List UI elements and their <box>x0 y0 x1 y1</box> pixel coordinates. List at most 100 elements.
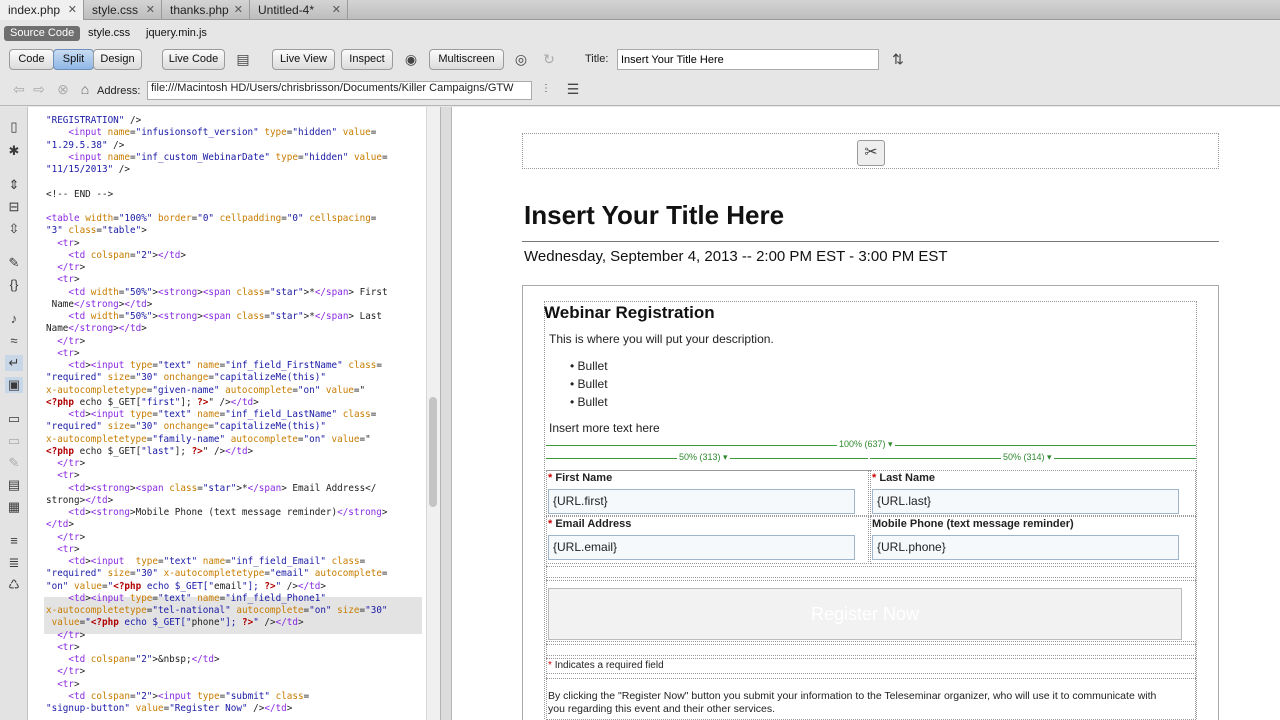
tab-thanks-php[interactable]: thanks.php ✕ <box>162 0 250 20</box>
code-line: "on" value="<?php echo $_GET["email"]; ?… <box>46 580 326 592</box>
divider <box>522 241 1219 242</box>
live-view-button[interactable]: Live View <box>272 49 335 70</box>
code-line: <input name="infusionsoft_version" type=… <box>68 127 377 139</box>
page-title-input[interactable] <box>617 49 879 70</box>
related-jquery-min-js[interactable]: jquery.min.js <box>140 26 213 41</box>
syntax-error-icon[interactable]: ▣ <box>5 377 23 393</box>
last-name-input[interactable]: {URL.last} <box>872 489 1179 514</box>
spacer-cell <box>546 566 1196 578</box>
recent-snippets-icon[interactable]: ▤ <box>5 477 23 493</box>
bullet-item: • Bullet <box>570 395 608 409</box>
widget-placeholder-icon[interactable]: ✂ <box>857 140 885 166</box>
code-line: "11/15/2013" /> <box>46 164 130 175</box>
view-options-icon[interactable]: ☰ <box>562 80 584 98</box>
code-line: <tr> <box>57 678 80 690</box>
code-line: </tr> <box>57 262 86 273</box>
code-line: <!-- END --> <box>46 188 114 200</box>
code-line: </tr> <box>57 458 86 469</box>
back-icon[interactable]: ⇦ <box>8 80 30 98</box>
open-documents-icon[interactable]: ▯ <box>5 119 23 135</box>
coding-toolbar: ▯ ✱ ⇕ ⊟ ⇳ ✎ {} ♪ ≈ ↵ ▣ ▭ ▭ ✎ ▤ ▦ ≡ ≣ ♺ <box>0 107 28 720</box>
table-width-label[interactable]: 100% (637) ▾ <box>837 439 895 450</box>
disclaimer-line: By clicking the "Register Now" button yo… <box>548 690 1157 702</box>
word-wrap-icon[interactable]: ↵ <box>5 355 23 371</box>
code-line: <td><strong>Mobile Phone (text message r… <box>68 507 388 518</box>
line-numbers-icon[interactable]: ♪ <box>5 311 23 327</box>
code-line: value="<?php echo $_GET["phone"]; ?>" />… <box>51 617 304 629</box>
move-css-icon[interactable]: ▦ <box>5 499 23 515</box>
code-line: <input name="inf_custom_WebinarDate" typ… <box>68 151 388 163</box>
tab-style-css[interactable]: style.css ✕ <box>84 0 162 20</box>
wrap-tag-icon[interactable]: ✎ <box>5 455 23 471</box>
related-source-code[interactable]: Source Code <box>4 26 81 41</box>
tab-index-php[interactable]: index.php ✕ <box>0 0 84 20</box>
mobile-phone-input[interactable]: {URL.phone} <box>872 535 1179 560</box>
first-name-input[interactable]: {URL.first} <box>548 489 855 514</box>
indent-icon[interactable]: ≡ <box>5 533 23 549</box>
inspect-button[interactable]: Inspect <box>341 49 393 70</box>
highlight-invalid-icon[interactable]: ≈ <box>5 333 23 349</box>
code-line: "signup-button" value="Register Now" /><… <box>46 703 293 714</box>
home-icon[interactable]: ⌂ <box>74 80 96 98</box>
email-input[interactable]: {URL.email} <box>548 535 855 560</box>
close-icon[interactable]: ✕ <box>332 0 341 20</box>
close-icon[interactable]: ✕ <box>68 0 77 20</box>
code-scrollbar-thumb[interactable] <box>429 397 437 507</box>
code-scrollbar[interactable] <box>426 107 440 720</box>
close-icon[interactable]: ✕ <box>146 0 155 20</box>
more-text: Insert more text here <box>549 421 660 435</box>
tab-label: index.php <box>8 3 61 17</box>
code-view[interactable]: "REGISTRATION" /> <input name="infusions… <box>28 107 426 720</box>
forward-icon[interactable]: ⇨ <box>28 80 50 98</box>
visual-aids-icon[interactable]: ◎ <box>510 50 532 68</box>
code-line: "3" class="table"> <box>46 225 147 237</box>
expand-all-icon[interactable]: ⇳ <box>5 221 23 237</box>
split-view-divider[interactable] <box>440 107 452 720</box>
bullet-item: • Bullet <box>570 377 608 391</box>
code-view-button[interactable]: Code <box>9 49 54 70</box>
code-line: x-autocompletetype="tel-national" autoco… <box>46 605 388 616</box>
column-1-width-label[interactable]: 50% (313) ▾ <box>677 452 730 463</box>
multiscreen-button[interactable]: Multiscreen <box>429 49 504 70</box>
code-line: "REGISTRATION" /> <box>46 115 142 126</box>
live-code-button[interactable]: Live Code <box>162 49 225 70</box>
outdent-icon[interactable]: ≣ <box>5 555 23 571</box>
check-browser-compatibility-icon[interactable]: ▤ <box>232 50 254 68</box>
collapse-selection-icon[interactable]: ⊟ <box>5 199 23 215</box>
close-icon[interactable]: ✕ <box>234 0 243 20</box>
disclaimer-line: you regarding this event and their other… <box>548 703 776 715</box>
collapse-tag-icon[interactable]: ⇕ <box>5 177 23 193</box>
code-line: "required" size="30" onchange="capitaliz… <box>46 372 326 384</box>
stop-icon[interactable]: ⊗ <box>52 80 74 98</box>
tab-untitled-4[interactable]: Untitled-4* ✕ <box>250 0 348 20</box>
code-line: "1.29.5.38" /> <box>46 139 125 151</box>
format-source-icon[interactable]: ♺ <box>5 577 23 593</box>
balance-braces-icon[interactable]: {} <box>5 277 23 293</box>
code-line: <td colspan="2"></td> <box>68 249 186 261</box>
file-tree-icon[interactable]: ✱ <box>5 143 23 159</box>
address-input[interactable]: file:///Macintosh HD/Users/chrisbrisson/… <box>147 81 532 100</box>
refresh-icon[interactable]: ↻ <box>538 50 560 68</box>
column-2-width-label[interactable]: 50% (314) ▾ <box>1001 452 1054 463</box>
related-style-css[interactable]: style.css <box>82 26 136 41</box>
design-view[interactable]: ✂ Insert Your Title Here Wednesday, Sept… <box>452 107 1280 720</box>
split-view-button[interactable]: Split <box>53 49 94 70</box>
code-line: <?php echo $_GET["first"]; ?>" /></td> <box>46 396 259 408</box>
remove-comment-icon[interactable]: ▭ <box>5 433 23 449</box>
code-line: </tr> <box>57 629 86 641</box>
code-line: <td><input type="text" name="inf_field_F… <box>68 360 382 371</box>
code-line: <td><input type="text" name="inf_field_E… <box>68 556 366 567</box>
select-parent-tag-icon[interactable]: ✎ <box>5 255 23 271</box>
mobile-phone-label: Mobile Phone (text message reminder) <box>872 518 1074 530</box>
address-menu-icon[interactable]: ⋮ <box>535 80 557 98</box>
spacer-cell <box>546 644 1196 656</box>
preview-browser-icon[interactable]: ◉ <box>400 50 422 68</box>
register-now-button[interactable]: Register Now <box>548 588 1182 640</box>
file-management-icon[interactable]: ⇅ <box>887 50 909 68</box>
apply-comment-icon[interactable]: ▭ <box>5 411 23 427</box>
design-view-button[interactable]: Design <box>93 49 142 70</box>
description-text: This is where you will put your descript… <box>549 332 774 346</box>
code-line: </tr> <box>57 335 86 347</box>
last-name-label: * Last Name <box>872 472 935 484</box>
tab-label: style.css <box>92 3 139 17</box>
